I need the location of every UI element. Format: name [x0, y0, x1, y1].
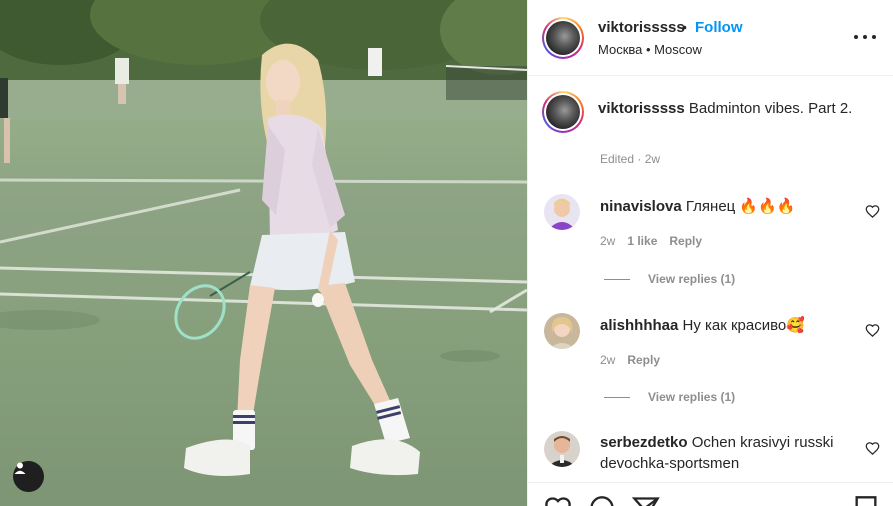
bookmark-icon[interactable]: [854, 495, 878, 506]
post-header: viktorisssss • Follow Москва • Moscow: [528, 0, 893, 76]
comment-meta: 2w 1 like Reply: [600, 234, 702, 248]
caption-username[interactable]: viktorisssss: [598, 100, 685, 117]
author-avatar[interactable]: [542, 17, 584, 59]
comment-text-block: serbezdetko Ochen krasivyi russki devoch…: [600, 432, 858, 474]
comment-meta: 2w Reply: [600, 353, 660, 367]
user-tag-icon[interactable]: [13, 461, 44, 492]
commenter-avatar[interactable]: [544, 313, 580, 349]
heart-icon[interactable]: [865, 441, 880, 456]
view-replies-label: View replies (1): [648, 272, 736, 286]
replies-divider: [604, 278, 630, 280]
comment-text-block: alishhhhaa Ну как красиво🥰: [600, 315, 858, 336]
replies-divider: [604, 396, 630, 398]
comment-text: Глянец 🔥🔥🔥: [685, 198, 796, 215]
photo-scene: [0, 0, 527, 476]
post-location[interactable]: Москва • Moscow: [598, 42, 702, 57]
comment-username[interactable]: serbezdetko: [600, 434, 688, 451]
heart-icon[interactable]: [865, 323, 880, 338]
post-photo[interactable]: [0, 0, 527, 506]
view-replies-button[interactable]: View replies (1): [604, 390, 735, 404]
caption-text: Badminton vibes. Part 2.: [688, 100, 853, 117]
heart-icon[interactable]: [865, 204, 880, 219]
comment-item: alishhhhaa Ну как красиво🥰 2w Reply View…: [528, 309, 893, 419]
post-caption: viktorisssss Badminton vibes. Part 2. Ed…: [528, 76, 893, 180]
post-side-panel: viktorisssss • Follow Москва • Moscow vi…: [527, 0, 893, 506]
comment-text-block: ninavislova Глянец 🔥🔥🔥: [600, 196, 858, 217]
like-heart-icon[interactable]: [544, 495, 572, 506]
comment-username[interactable]: ninavislova: [600, 198, 682, 215]
follow-button[interactable]: Follow: [695, 19, 743, 36]
comment-text: Ну как красиво🥰: [682, 317, 805, 334]
caption-meta: Edited · 2w: [600, 152, 661, 166]
header-separator: •: [682, 19, 687, 35]
share-icon[interactable]: [632, 495, 660, 506]
comment-likes[interactable]: 1 like: [627, 234, 657, 248]
post-action-bar: [528, 482, 893, 506]
comment-age: 2w: [600, 353, 616, 367]
commenter-avatar[interactable]: [544, 194, 580, 230]
more-options-icon[interactable]: [854, 28, 876, 46]
author-username[interactable]: viktorisssss: [598, 19, 685, 36]
reply-button[interactable]: Reply: [627, 353, 660, 367]
view-replies-label: View replies (1): [648, 390, 736, 404]
comment-username[interactable]: alishhhhaa: [600, 317, 678, 334]
comment-item: ninavislova Глянец 🔥🔥🔥 2w 1 like Reply V…: [528, 190, 893, 300]
commenter-avatar[interactable]: [544, 431, 580, 467]
comment-age: 2w: [600, 234, 616, 248]
comment-icon[interactable]: [588, 495, 616, 506]
caption-text-block: viktorisssss Badminton vibes. Part 2.: [598, 98, 868, 119]
comment-item: serbezdetko Ochen krasivyi russki devoch…: [528, 428, 893, 482]
view-replies-button[interactable]: View replies (1): [604, 272, 735, 286]
reply-button[interactable]: Reply: [669, 234, 702, 248]
caption-avatar[interactable]: [542, 91, 584, 133]
